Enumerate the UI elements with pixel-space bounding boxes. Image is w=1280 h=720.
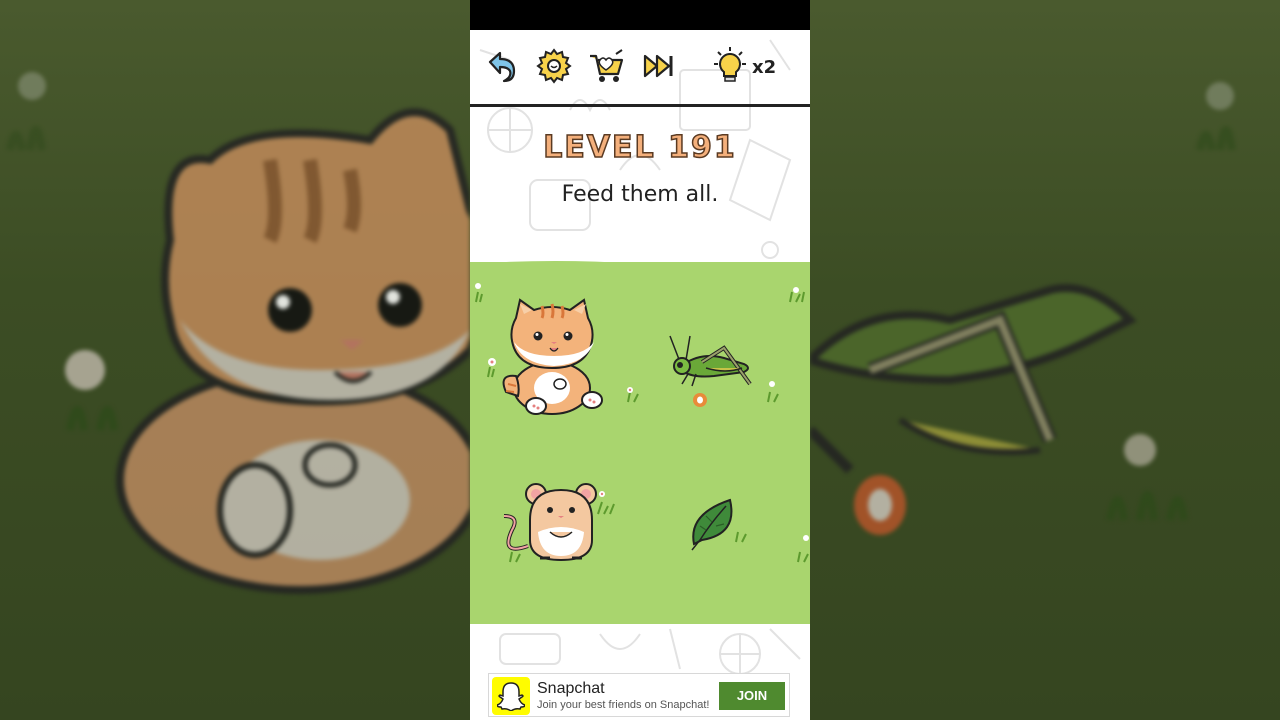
game-screen: x2 LEVEL 191 Feed them all. Snapchat Joi… [470,0,810,720]
snapchat-ghost-icon [497,682,525,711]
grasshopper-character[interactable] [666,332,756,412]
settings-gear-icon [536,48,572,84]
ad-subtitle: Join your best friends on Snapchat! [537,699,710,711]
lightbulb-hint-icon [714,47,746,82]
mouse-character[interactable] [500,480,600,564]
snapchat-logo [492,677,530,715]
shop-cart-icon [590,49,624,82]
back-button[interactable] [482,46,522,86]
toolbar-divider [470,104,810,107]
cat-character[interactable] [500,296,610,418]
ad-join-button[interactable]: JOIN [719,682,785,710]
ad-banner[interactable]: Snapchat Join your best friends on Snapc… [488,673,790,717]
level-title: LEVEL 191 [542,129,737,166]
skip-icon [643,54,673,78]
settings-button[interactable] [534,46,574,86]
skip-level-button[interactable] [640,46,680,86]
hint-button[interactable] [710,46,750,86]
ad-title: Snapchat [537,680,605,697]
shop-button[interactable] [586,46,626,86]
blurred-background-right [810,0,1280,720]
top-toolbar: x2 [470,30,810,106]
status-bar [470,0,810,30]
leaf-item[interactable] [688,496,736,552]
blurred-background-left [0,0,470,720]
blurred-grasshopper-zoom [810,82,1236,535]
level-instruction: Feed them all. [561,182,719,207]
hint-count: x2 [752,57,777,78]
back-arrow-icon [488,51,516,83]
blurred-cat-zoom [6,72,470,594]
